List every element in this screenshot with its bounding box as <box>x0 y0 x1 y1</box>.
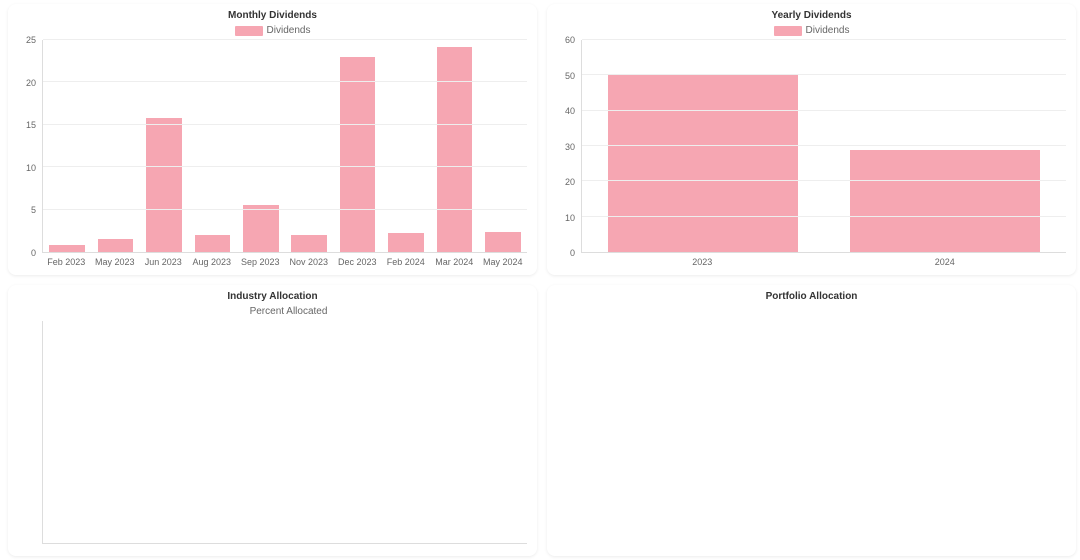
yearly-chart-title: Yearly Dividends <box>557 10 1066 21</box>
monthly-x-labels: Feb 2023May 2023Jun 2023Aug 2023Sep 2023… <box>42 257 527 267</box>
yearly-legend-label: Dividends <box>806 25 850 36</box>
x-label: Mar 2024 <box>430 257 479 267</box>
y-tick: 5 <box>31 205 36 215</box>
yearly-bars <box>582 40 1066 252</box>
y-tick: 50 <box>565 71 575 81</box>
bar[interactable] <box>291 235 327 252</box>
industry-y-axis <box>18 321 42 544</box>
x-label: May 2024 <box>479 257 528 267</box>
bar[interactable] <box>146 118 182 252</box>
yearly-y-axis: 0102030405060 <box>557 40 581 253</box>
bar[interactable] <box>437 47 473 252</box>
bar-slot <box>237 40 285 252</box>
gridline <box>582 110 1066 111</box>
industry-allocation-card: Industry Allocation Percent Allocated <box>8 285 537 556</box>
gridline <box>582 74 1066 75</box>
monthly-chart-title: Monthly Dividends <box>18 10 527 21</box>
monthly-chart-area: 0510152025 <box>18 40 527 253</box>
yearly-dividends-card: Yearly Dividends Dividends 0 10 20 30 40 50 60… <box>547 4 1076 275</box>
x-label: Jun 2023 <box>139 257 188 267</box>
portfolio-pie-area <box>557 306 1066 548</box>
x-label: Dec 2023 <box>333 257 382 267</box>
bar-slot <box>430 40 478 252</box>
portfolio-chart-title: Portfolio Allocation <box>557 291 1066 302</box>
gridline <box>43 81 527 82</box>
yearly-chart-area: 0102030405060 <box>557 40 1066 253</box>
bar[interactable] <box>195 235 231 252</box>
y-tick: 15 <box>26 120 36 130</box>
y-tick: 20 <box>565 177 575 187</box>
gridline <box>43 124 527 125</box>
x-label: Feb 2024 <box>382 257 431 267</box>
x-label: 2024 <box>824 257 1067 267</box>
industry-plot <box>42 321 527 544</box>
gridline <box>43 209 527 210</box>
y-tick: 60 <box>565 35 575 45</box>
bar-slot <box>91 40 139 252</box>
monthly-bars <box>43 40 527 252</box>
bar-slot <box>824 40 1066 252</box>
gridline <box>43 39 527 40</box>
gridline <box>582 39 1066 40</box>
bar[interactable] <box>243 205 279 252</box>
x-label: 2023 <box>581 257 824 267</box>
portfolio-pie[interactable] <box>702 317 922 537</box>
bar-slot <box>188 40 236 252</box>
bar[interactable] <box>340 57 376 252</box>
industry-legend-swatch <box>218 307 246 317</box>
bar-slot <box>479 40 527 252</box>
x-label: May 2023 <box>91 257 140 267</box>
bar[interactable] <box>388 233 424 253</box>
y-tick: 10 <box>565 213 575 223</box>
yearly-legend[interactable]: Dividends <box>557 25 1066 36</box>
gridline <box>582 216 1066 217</box>
x-label: Aug 2023 <box>188 257 237 267</box>
bar[interactable] <box>608 75 798 252</box>
y-tick: 25 <box>26 35 36 45</box>
gridline <box>43 166 527 167</box>
bar-slot <box>382 40 430 252</box>
y-tick: 20 <box>26 78 36 88</box>
x-label: Feb 2023 <box>42 257 91 267</box>
yearly-x-labels: 20232024 <box>581 257 1066 267</box>
bar-slot <box>43 40 91 252</box>
x-label: Nov 2023 <box>285 257 334 267</box>
industry-bars <box>43 321 527 543</box>
x-label: Sep 2023 <box>236 257 285 267</box>
y-tick: 40 <box>565 106 575 116</box>
yearly-legend-swatch <box>774 26 802 36</box>
bar[interactable] <box>850 150 1040 252</box>
bar-slot <box>333 40 381 252</box>
bar-slot <box>582 40 824 252</box>
y-tick: 30 <box>565 142 575 152</box>
industry-chart-title: Industry Allocation <box>18 291 527 302</box>
monthly-legend-swatch <box>235 26 263 36</box>
industry-chart-area <box>18 321 527 544</box>
bar[interactable] <box>49 245 85 252</box>
gridline <box>582 145 1066 146</box>
bar-slot <box>285 40 333 252</box>
monthly-dividends-card: Monthly Dividends Dividends 0 5 10 15 20 25 F… <box>8 4 537 275</box>
y-tick: 10 <box>26 163 36 173</box>
bar[interactable] <box>98 239 134 252</box>
portfolio-allocation-card: Portfolio Allocation <box>547 285 1076 556</box>
gridline <box>582 180 1066 181</box>
bar[interactable] <box>485 232 521 252</box>
bar-slot <box>140 40 188 252</box>
industry-legend-label: Percent Allocated <box>250 306 328 317</box>
y-tick: 0 <box>31 248 36 258</box>
yearly-plot <box>581 40 1066 253</box>
industry-legend[interactable]: Percent Allocated <box>18 306 527 317</box>
monthly-y-axis: 0510152025 <box>18 40 42 253</box>
monthly-legend[interactable]: Dividends <box>18 25 527 36</box>
monthly-plot <box>42 40 527 253</box>
monthly-legend-label: Dividends <box>267 25 311 36</box>
y-tick: 0 <box>570 248 575 258</box>
